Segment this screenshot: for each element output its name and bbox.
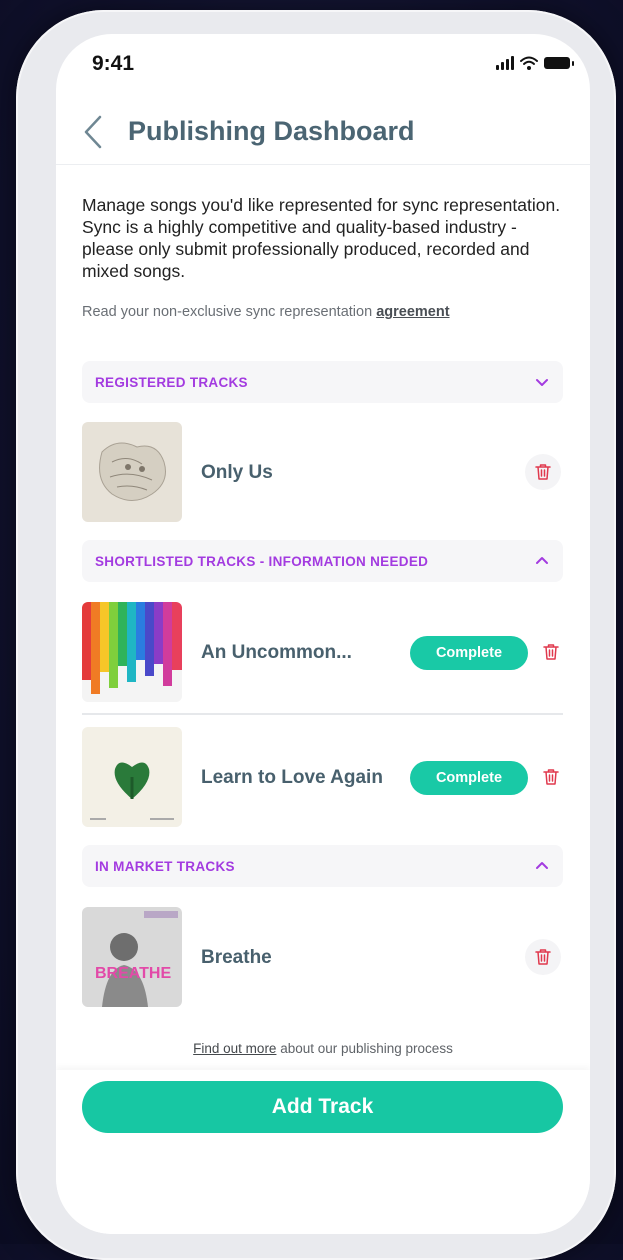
- complete-button[interactable]: Complete: [410, 636, 528, 670]
- divider: [82, 713, 563, 715]
- status-bar: 9:41: [56, 34, 590, 98]
- track-title: Learn to Love Again: [201, 767, 383, 788]
- chevron-up-icon[interactable]: [531, 855, 553, 877]
- page-title: Publishing Dashboard: [128, 116, 415, 146]
- trash-icon: [535, 949, 551, 965]
- add-track-button[interactable]: Add Track: [82, 1081, 563, 1133]
- footer-note: Find out more about our publishing proce…: [56, 1041, 590, 1056]
- back-chevron-icon[interactable]: [78, 112, 108, 152]
- section-title: SHORTLISTED TRACKS - INFORMATION NEEDED: [95, 554, 429, 569]
- bottom-action-bar: Add Track: [56, 1070, 590, 1234]
- agreement-note: Read your non-exclusive sync representat…: [82, 304, 450, 320]
- chevron-up-icon[interactable]: [531, 550, 553, 572]
- album-art: [82, 422, 182, 522]
- app-screen: 9:41 Publishing Dashboard Manage songs y…: [56, 34, 590, 1234]
- track-row-learn-to-love-again[interactable]: Learn to Love Again Complete: [82, 727, 563, 829]
- delete-button[interactable]: [533, 759, 569, 795]
- signal-icon: [496, 56, 514, 70]
- track-row-only-us[interactable]: Only Us: [82, 422, 563, 524]
- trash-icon: [543, 644, 559, 660]
- status-icons: [496, 56, 574, 70]
- track-title: An Uncommon...: [201, 642, 352, 663]
- track-row-an-uncommon[interactable]: An Uncommon... Complete: [82, 602, 563, 704]
- delete-button[interactable]: [525, 939, 561, 975]
- chevron-down-icon[interactable]: [531, 371, 553, 393]
- find-out-more-link[interactable]: Find out more: [193, 1041, 276, 1056]
- section-title: IN MARKET TRACKS: [95, 859, 235, 874]
- section-shortlisted-tracks[interactable]: SHORTLISTED TRACKS - INFORMATION NEEDED: [82, 540, 563, 582]
- wifi-icon: [520, 56, 538, 70]
- section-in-market-tracks[interactable]: IN MARKET TRACKS: [82, 845, 563, 887]
- intro-description: Manage songs you'd like represented for …: [82, 195, 561, 281]
- album-art: [82, 602, 182, 702]
- agreement-prefix: Read your non-exclusive sync representat…: [82, 304, 377, 320]
- trash-icon: [535, 464, 551, 480]
- track-title: Breathe: [201, 947, 272, 968]
- agreement-link[interactable]: agreement: [376, 304, 449, 320]
- complete-button[interactable]: Complete: [410, 761, 528, 795]
- footer-suffix: about our publishing process: [276, 1041, 453, 1056]
- track-row-breathe[interactable]: BREATHE Breathe: [82, 907, 563, 1009]
- status-time: 9:41: [92, 52, 135, 75]
- battery-icon: [544, 57, 574, 69]
- page-header: Publishing Dashboard: [56, 98, 590, 165]
- album-art: [82, 727, 182, 827]
- trash-icon: [543, 769, 559, 785]
- track-title: Only Us: [201, 462, 273, 483]
- album-art: BREATHE: [82, 907, 182, 1007]
- section-registered-tracks[interactable]: REGISTERED TRACKS: [82, 361, 563, 403]
- section-title: REGISTERED TRACKS: [95, 375, 248, 390]
- delete-button[interactable]: [525, 454, 561, 490]
- delete-button[interactable]: [533, 634, 569, 670]
- album-art-text: BREATHE: [95, 965, 171, 982]
